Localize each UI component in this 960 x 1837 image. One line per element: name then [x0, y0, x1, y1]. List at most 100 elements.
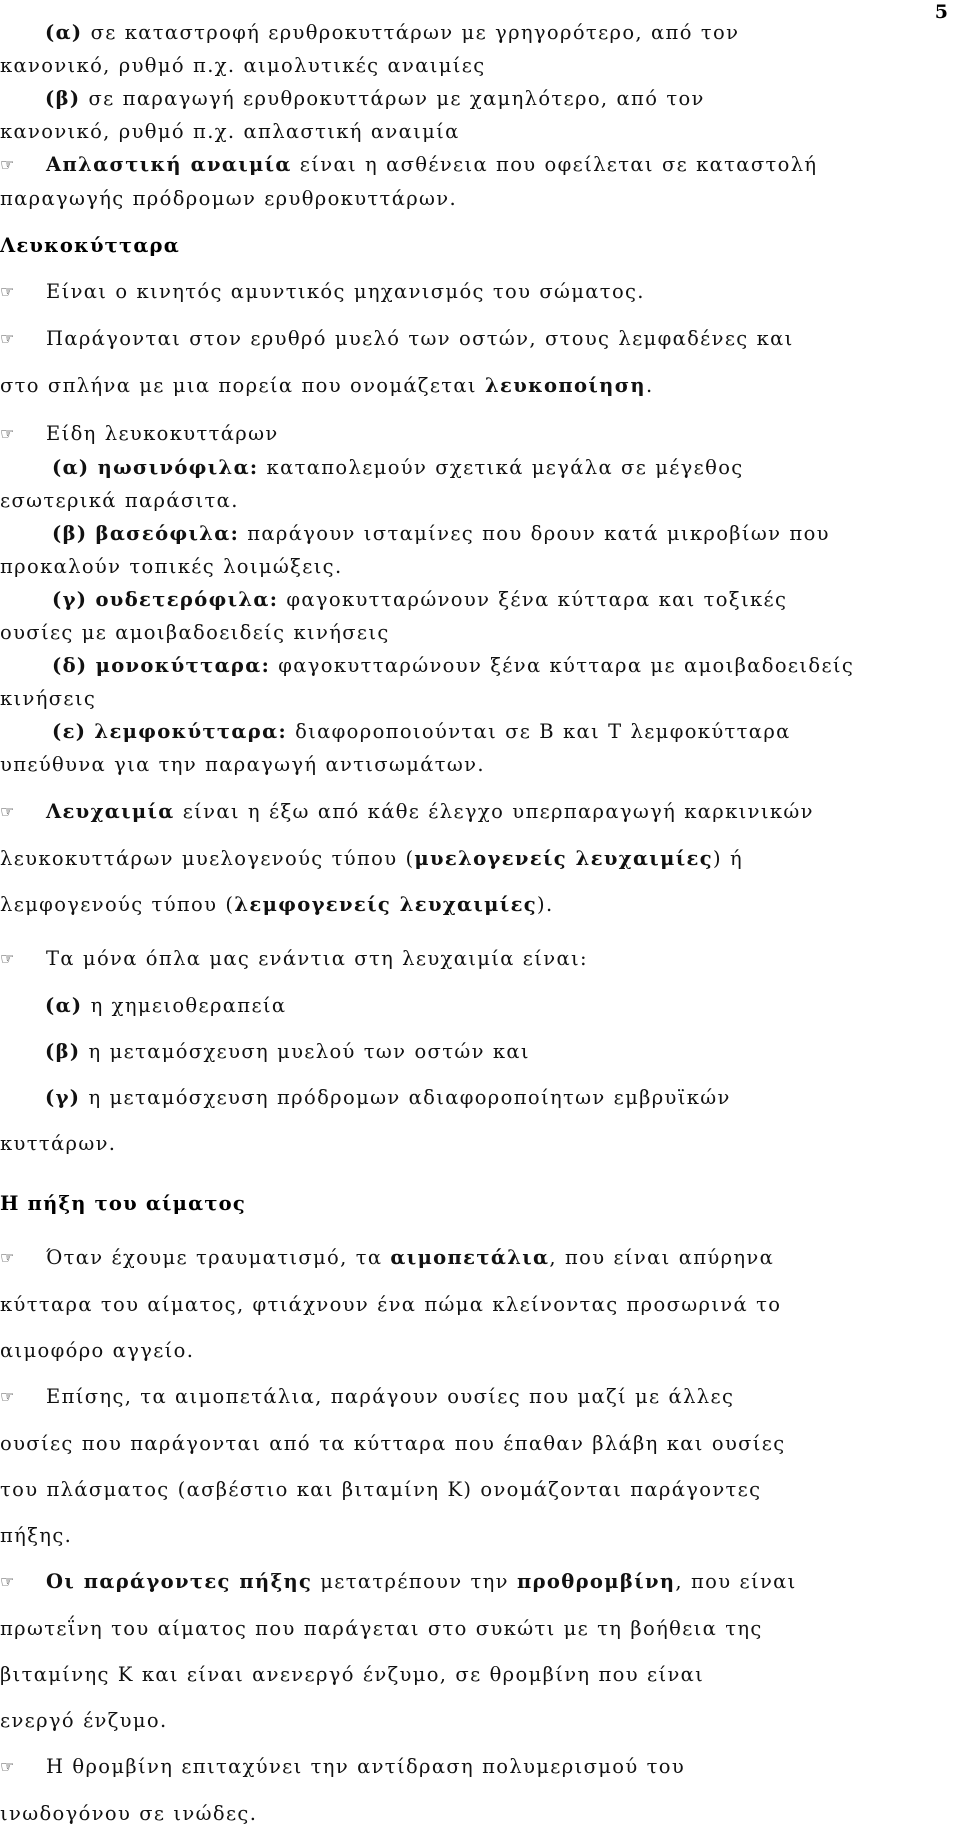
coag-p3-line2: πρωτεΐνη του αίματος που παράγεται στο σ… [0, 1617, 763, 1640]
leukocyte-type-desc-cont: προκαλούν τοπικές λοιμώξεις. [0, 555, 343, 578]
leukocyte-type-item: (ε) λεμφοκύτταρα: διαφοροποιούνται σε Β … [0, 715, 948, 748]
coag-p4-line1: Η θρομβίνη επιταχύνει την αντίδραση πολυ… [46, 1755, 686, 1778]
leukocyte-type-name: ουδετερόφιλα: [95, 588, 279, 611]
coag-p2-line1: Επίσης, τα αιμοπετάλια, παράγουν ουσίες … [46, 1385, 735, 1408]
leukocyte-types-intro: ☞ Είδη λευκοκυττάρων [0, 417, 948, 451]
leukocyte-type-name: βασεόφιλα: [95, 522, 240, 545]
pointing-hand-icon: ☞ [0, 802, 15, 821]
leukemia-line2-pre: λευκοκυττάρων μυελογενούς τύπου ( [0, 847, 415, 870]
page-body: (α) σε καταστροφή ερυθροκυττάρων με γρηγ… [0, 16, 948, 1837]
leukocyte-production-line2-pre: στο σπλήνα με μια πορεία που ονομάζεται [0, 374, 485, 397]
anemia-cause-item-cont: κανονικό, ρυθμό π.χ. αιμολυτικές αναιμίε… [0, 49, 948, 82]
pointing-hand-icon: ☞ [0, 1387, 15, 1406]
list-marker: (β) [45, 1040, 81, 1063]
leukemia-treatments-list: (α) η χημειοθεραπεία (β) η μεταμόσχευση … [0, 983, 948, 1167]
list-marker: (α) [52, 456, 90, 479]
pointing-hand-icon: ☞ [0, 1572, 15, 1591]
coagulation-paragraph-prothrombin: ☞ Οι παράγοντες πήξης μετατρέπουν την προ… [0, 1559, 948, 1744]
leukocyte-defense-text: Είναι ο κινητός αμυντικός μηχανισμός του… [46, 280, 645, 303]
aplastic-anemia-line2: παραγωγής πρόδρομων ερυθροκυττάρων. [0, 187, 458, 210]
term-lymphogenous-leukemias: λεμφογενείς λευχαιμίες [234, 893, 537, 916]
coag-p1-line2: κύτταρα του αίματος, φτιάχνουν ένα πώμα … [0, 1293, 782, 1316]
aplastic-anemia-term: Απλαστική αναιμία [46, 153, 292, 176]
coag-p2-line3: του πλάσματος (ασβέστιο και βιταμίνη Κ) … [0, 1478, 762, 1501]
coag-p3-line3: βιταμίνης Κ και είναι ανενεργό ένζυμο, σ… [0, 1663, 705, 1686]
treatment-text-cont: κυττάρων. [0, 1132, 117, 1155]
leukocyte-type-desc-cont: κινήσεις [0, 687, 97, 710]
coag-p1-pre: Όταν έχουμε τραυματισμό, τα [46, 1246, 391, 1269]
treatment-item: (β) η μεταμόσχευση μυελού των οστών και [0, 1029, 948, 1075]
treatment-item: (γ) η μεταμόσχευση πρόδρομων αδιαφοροποί… [0, 1075, 948, 1121]
section-heading-leukocytes: Λευκοκύτταρα [0, 234, 180, 257]
coag-p3-mid: μετατρέπουν την [312, 1570, 517, 1593]
coag-p3-post: , που είναι [675, 1570, 797, 1593]
pointing-hand-icon: ☞ [0, 282, 15, 301]
anemia-cause-text-cont: κανονικό, ρυθμό π.χ. αιμολυτικές αναιμίε… [0, 54, 486, 77]
list-marker-alpha: (α) [45, 21, 83, 44]
coagulation-paragraph-factors: ☞ Επίσης, τα αιμοπετάλια, παράγουν ουσίες… [0, 1374, 948, 1559]
document-page: 5 (α) σε καταστροφή ερυθροκυττάρων με γρ… [0, 0, 960, 1825]
anemia-cause-item: (β) σε παραγωγή ερυθροκυττάρων με χαμηλό… [0, 82, 948, 115]
leukocyte-type-desc-cont: ουσίες με αμοιβαδοειδείς κινήσεις [0, 621, 390, 644]
leukocyte-type-desc-cont: εσωτερικά παράσιτα. [0, 489, 239, 512]
term-myelogenous-leukemias: μυελογενείς λευχαιμίες [414, 847, 713, 870]
leukemia-paragraph: ☞ Λευχαιμία είναι η έξω από κάθε έλεγχο υ… [0, 789, 948, 928]
term-clotting-factors: παράγοντες πήξης [83, 1570, 313, 1593]
leukocyte-type-item: (β) βασεόφιλα: παράγουν ισταμίνες που δρ… [0, 517, 948, 550]
leukocyte-type-desc: καταπολεμούν σχετικά μεγάλα σε μέγεθος [266, 456, 744, 479]
leukocyte-type-item: (γ) ουδετερόφιλα: φαγοκυτταρώνουν ξένα κ… [0, 583, 948, 616]
leukocyte-type-desc-cont: υπεύθυνα για την παραγωγή αντισωμάτων. [0, 753, 485, 776]
list-marker-beta: (β) [45, 87, 81, 110]
treatment-text: η μεταμόσχευση πρόδρομων αδιαφοροποίητων… [88, 1086, 731, 1109]
anemia-cause-text-cont: κανονικό, ρυθμό π.χ. απλαστική αναιμία [0, 120, 460, 143]
leukocyte-type-desc: φαγοκυτταρώνουν ξένα κύτταρα και τοξικές [286, 588, 788, 611]
coag-p2-line2: ουσίες που παράγονται από τα κύτταρα που… [0, 1432, 786, 1455]
leukocyte-bullet-production: ☞ Παράγονται στον ερυθρό μυελό των οστών,… [0, 316, 948, 409]
leukocyte-type-desc: παράγουν ισταμίνες που δρουν κατά μικροβ… [247, 522, 830, 545]
pointing-hand-icon: ☞ [0, 1248, 15, 1267]
leukemia-line3-post: ). [537, 893, 554, 916]
leukocyte-type-item: (δ) μονοκύτταρα: φαγοκυτταρώνουν ξένα κύ… [0, 649, 948, 682]
coagulation-paragraph-thrombin: ☞ Η θρομβίνη επιταχύνει την αντίδραση πολ… [0, 1744, 948, 1837]
term-leukemia: Λευχαιμία [46, 800, 175, 823]
pointing-hand-icon: ☞ [0, 155, 15, 174]
leukocyte-type-name: λεμφοκύτταρα: [94, 720, 287, 743]
leukocyte-type-item: (α) ηωσινόφιλα: καταπολεμούν σχετικά μεγ… [0, 451, 948, 484]
leukocyte-production-line2-post: . [645, 374, 654, 397]
coag-p4-line2: ινωδογόνου σε ινώδες. [0, 1802, 258, 1825]
section-heading-coagulation: Η πήξη του αίματος [0, 1192, 246, 1215]
anemia-cause-item-cont: κανονικό, ρυθμό π.χ. απλαστική αναιμία [0, 115, 948, 148]
coag-p2-line4: πήξης. [0, 1524, 73, 1547]
treatments-intro-text: Τα μόνα όπλα μας ενάντια στη λευχαιμία ε… [46, 947, 588, 970]
anemia-cause-text: σε παραγωγή ερυθροκυττάρων με χαμηλότερο… [88, 87, 705, 110]
treatment-text: η μεταμόσχευση μυελού των οστών και [88, 1040, 530, 1063]
list-marker: (γ) [52, 588, 88, 611]
list-marker: (β) [52, 522, 88, 545]
anemia-cause-text: σε καταστροφή ερυθροκυττάρων με γρηγορότ… [90, 21, 740, 44]
leukemia-treatments-intro: ☞ Τα μόνα όπλα μας ενάντια στη λευχαιμία … [0, 936, 948, 983]
list-marker: (γ) [45, 1086, 81, 1109]
term-prothrombin: προθρομβίνη [516, 1570, 676, 1593]
anemia-cause-item: (α) σε καταστροφή ερυθροκυττάρων με γρηγ… [0, 16, 948, 49]
leukemia-line1: είναι η έξω από κάθε έλεγχο υπερπαραγωγή… [174, 800, 814, 823]
pointing-hand-icon: ☞ [0, 949, 15, 968]
pointing-hand-icon: ☞ [0, 424, 15, 443]
leukocyte-production-line1: Παράγονται στον ερυθρό μυελό των οστών, … [46, 327, 794, 350]
anemia-causes-list: (α) σε καταστροφή ερυθροκυττάρων με γρηγ… [0, 16, 948, 148]
leukemia-line2-post: ) ή [712, 847, 743, 870]
list-marker: (δ) [52, 654, 88, 677]
treatment-item: (α) η χημειοθεραπεία [0, 983, 948, 1029]
pointing-hand-icon: ☞ [0, 329, 15, 348]
term-platelets: αιμοπετάλια [390, 1246, 550, 1269]
leukocyte-type-desc: φαγοκυτταρώνουν ξένα κύτταρα με αμοιβαδο… [278, 654, 855, 677]
leukocyte-type-name: μονοκύτταρα: [95, 654, 271, 677]
aplastic-anemia-text: είναι η ασθένεια που οφείλεται σε καταστ… [291, 153, 818, 176]
coag-p1-line3: αιμοφόρο αγγείο. [0, 1339, 195, 1362]
leukocyte-type-name: ηωσινόφιλα: [97, 456, 259, 479]
